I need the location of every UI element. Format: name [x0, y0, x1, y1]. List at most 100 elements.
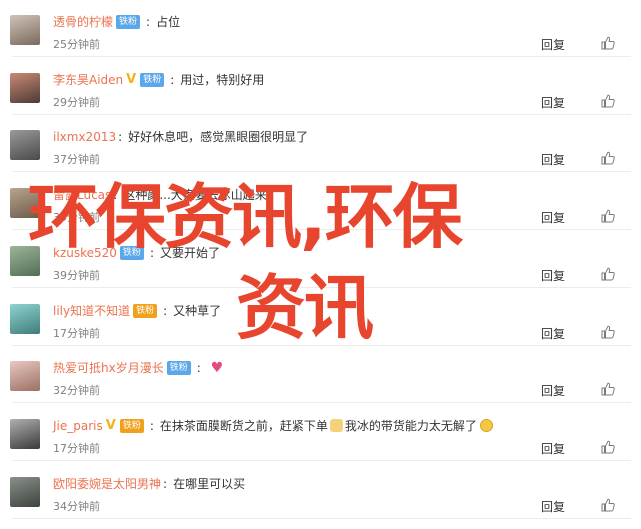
comment-row: kzuske520 铁粉: 又要开始了 39分钟前 回复	[0, 231, 641, 288]
comment-text: 在哪里可以买	[173, 476, 246, 491]
comment-line: Jie_paris V 铁粉: 在抹茶面膜断货之前，赶紧下单 我冰的带货能力太无解了	[53, 416, 496, 436]
comment-text: 占位	[156, 15, 181, 29]
user-avatar[interactable]	[10, 130, 40, 161]
comment-time: 34分钟前	[53, 499, 100, 513]
like-button[interactable]	[601, 93, 619, 109]
comment-username[interactable]: ilxmx2013	[53, 127, 116, 147]
like-button[interactable]	[601, 497, 619, 513]
comment-text: 用过，特别好用	[180, 72, 265, 87]
comment-text: 又种草了	[173, 303, 222, 318]
verified-icon: V	[126, 71, 137, 87]
colon-separator: :	[149, 418, 154, 433]
comment-line: lily知道不知道 铁粉: 又种草了	[53, 301, 221, 321]
comment-line: ilxmx2013: 好好休息吧，感觉黑眼圈很明显了	[53, 127, 308, 147]
user-avatar[interactable]	[10, 418, 40, 449]
thumbs-up-icon	[601, 36, 615, 50]
fan-badge: 铁粉	[166, 361, 191, 376]
comment-line: 热爱可抵hx岁月漫长 铁粉: ♥	[53, 358, 223, 378]
comment-row: Jie_paris V 铁粉: 在抹茶面膜断货之前，赶紧下单 我冰的带货能力太无解了 17…	[0, 404, 641, 461]
comment-time: 32分钟前	[53, 384, 100, 398]
comment-row: 透骨的柠檬 铁粉: 占位 25分钟前 回复	[0, 0, 641, 57]
user-avatar[interactable]	[10, 15, 40, 45]
like-button[interactable]	[601, 35, 619, 51]
thumbs-up-icon	[601, 94, 615, 108]
comment-text: 这种颜...大家要去冰山起来	[123, 188, 267, 203]
user-avatar[interactable]	[10, 245, 40, 276]
reply-button[interactable]: 回复	[541, 382, 565, 399]
comment-username[interactable]: 雷露Lucas	[53, 185, 111, 205]
comment-username[interactable]: Jie_paris	[53, 416, 103, 436]
reply-button[interactable]: 回复	[541, 36, 565, 53]
comment-time: 17分钟前	[53, 326, 100, 340]
thumbs-up-icon	[601, 498, 615, 512]
comment-line: 透骨的柠檬 铁粉: 占位	[53, 12, 180, 32]
comment-text: 在抹茶面膜断货之前，赶紧下单	[159, 418, 328, 433]
comment-row: 李东昊Aiden V 铁粉: 用过，特别好用 29分钟前 回复	[0, 58, 641, 115]
comment-row: ilxmx2013: 好好休息吧，感觉黑眼圈很明显了 37分钟前 回复	[0, 115, 641, 173]
comment-time: 29分钟前	[53, 95, 100, 109]
like-button[interactable]	[601, 208, 619, 224]
user-avatar[interactable]	[10, 361, 40, 392]
like-button[interactable]	[601, 439, 619, 455]
comment-time: 39分钟前	[53, 268, 100, 282]
like-button[interactable]	[601, 324, 619, 340]
comment-time: 37分钟前	[53, 153, 100, 167]
comment-text: 好好休息吧，感觉黑眼圈很明显了	[128, 130, 309, 145]
colon-separator: :	[118, 130, 123, 145]
comment-time: 25分钟前	[53, 38, 100, 51]
reply-button[interactable]: 回复	[541, 498, 565, 515]
comment-row: 欧阳委婉是太阳男神: 在哪里可以买 34分钟前 回复	[0, 462, 641, 519]
comment-row: 热爱可抵hx岁月漫长 铁粉: ♥ 32分钟前 回复	[0, 346, 641, 404]
comment-line: 欧阳委婉是太阳男神: 在哪里可以买	[53, 474, 245, 494]
verified-icon: V	[105, 417, 116, 433]
like-button[interactable]	[601, 150, 619, 166]
reply-button[interactable]: 回复	[541, 267, 565, 284]
user-avatar[interactable]	[10, 476, 40, 507]
thumbs-up-icon	[601, 152, 615, 165]
comment-text: 又要开始了	[159, 245, 220, 260]
comment-username[interactable]: 欧阳委婉是太阳男神	[53, 474, 161, 494]
like-button[interactable]	[601, 381, 619, 397]
comment-username[interactable]: lily知道不知道	[53, 301, 130, 321]
colon-separator: :	[170, 72, 175, 87]
colon-separator: :	[163, 303, 168, 318]
reply-button[interactable]: 回复	[541, 325, 565, 342]
like-button[interactable]	[601, 266, 619, 282]
comment-username[interactable]: kzuske520	[53, 243, 117, 263]
fan-badge: 铁粉	[119, 418, 144, 433]
comment-time: 39分钟前	[53, 211, 100, 225]
fan-badge: 铁粉	[116, 15, 141, 29]
reply-button[interactable]: 回复	[541, 440, 565, 457]
comment-time: 17分钟前	[53, 441, 100, 455]
comment-username[interactable]: 李东昊Aiden	[53, 70, 123, 90]
user-avatar[interactable]	[10, 72, 40, 103]
smile-emoji-icon	[479, 419, 493, 433]
user-avatar[interactable]	[10, 188, 40, 219]
colon-separator: :	[196, 361, 201, 376]
fan-badge: 铁粉	[133, 303, 158, 318]
thumbs-up-icon	[601, 267, 615, 281]
thumbs-up-icon	[601, 440, 615, 454]
cat-emoji-icon	[329, 419, 343, 433]
fan-badge: 铁粉	[119, 245, 144, 260]
colon-separator: :	[163, 476, 168, 491]
comment-username[interactable]: 热爱可抵hx岁月漫长	[53, 358, 164, 378]
comment-text-continued: 我冰的带货能力太无解了	[344, 418, 477, 433]
thumbs-up-icon	[601, 325, 615, 338]
comment-username[interactable]: 透骨的柠檬	[53, 12, 113, 32]
reply-button[interactable]: 回复	[541, 151, 565, 168]
thumbs-up-icon	[601, 382, 615, 396]
colon-separator: :	[146, 15, 151, 29]
comment-line: 雷露Lucas: 这种颜...大家要去冰山起来	[53, 185, 267, 205]
comment-line: kzuske520 铁粉: 又要开始了	[53, 243, 220, 263]
reply-button[interactable]: 回复	[541, 209, 565, 226]
colon-separator: :	[149, 245, 154, 260]
colon-separator: :	[113, 188, 118, 203]
row-divider	[12, 517, 631, 519]
comment-row: 雷露Lucas: 这种颜...大家要去冰山起来 39分钟前 回复	[0, 173, 641, 231]
thumbs-up-icon	[601, 209, 615, 223]
comment-row: lily知道不知道 铁粉: 又种草了 17分钟前 回复	[0, 289, 641, 346]
reply-button[interactable]: 回复	[541, 94, 565, 111]
user-avatar[interactable]	[10, 303, 40, 334]
fan-badge: 铁粉	[140, 72, 165, 87]
